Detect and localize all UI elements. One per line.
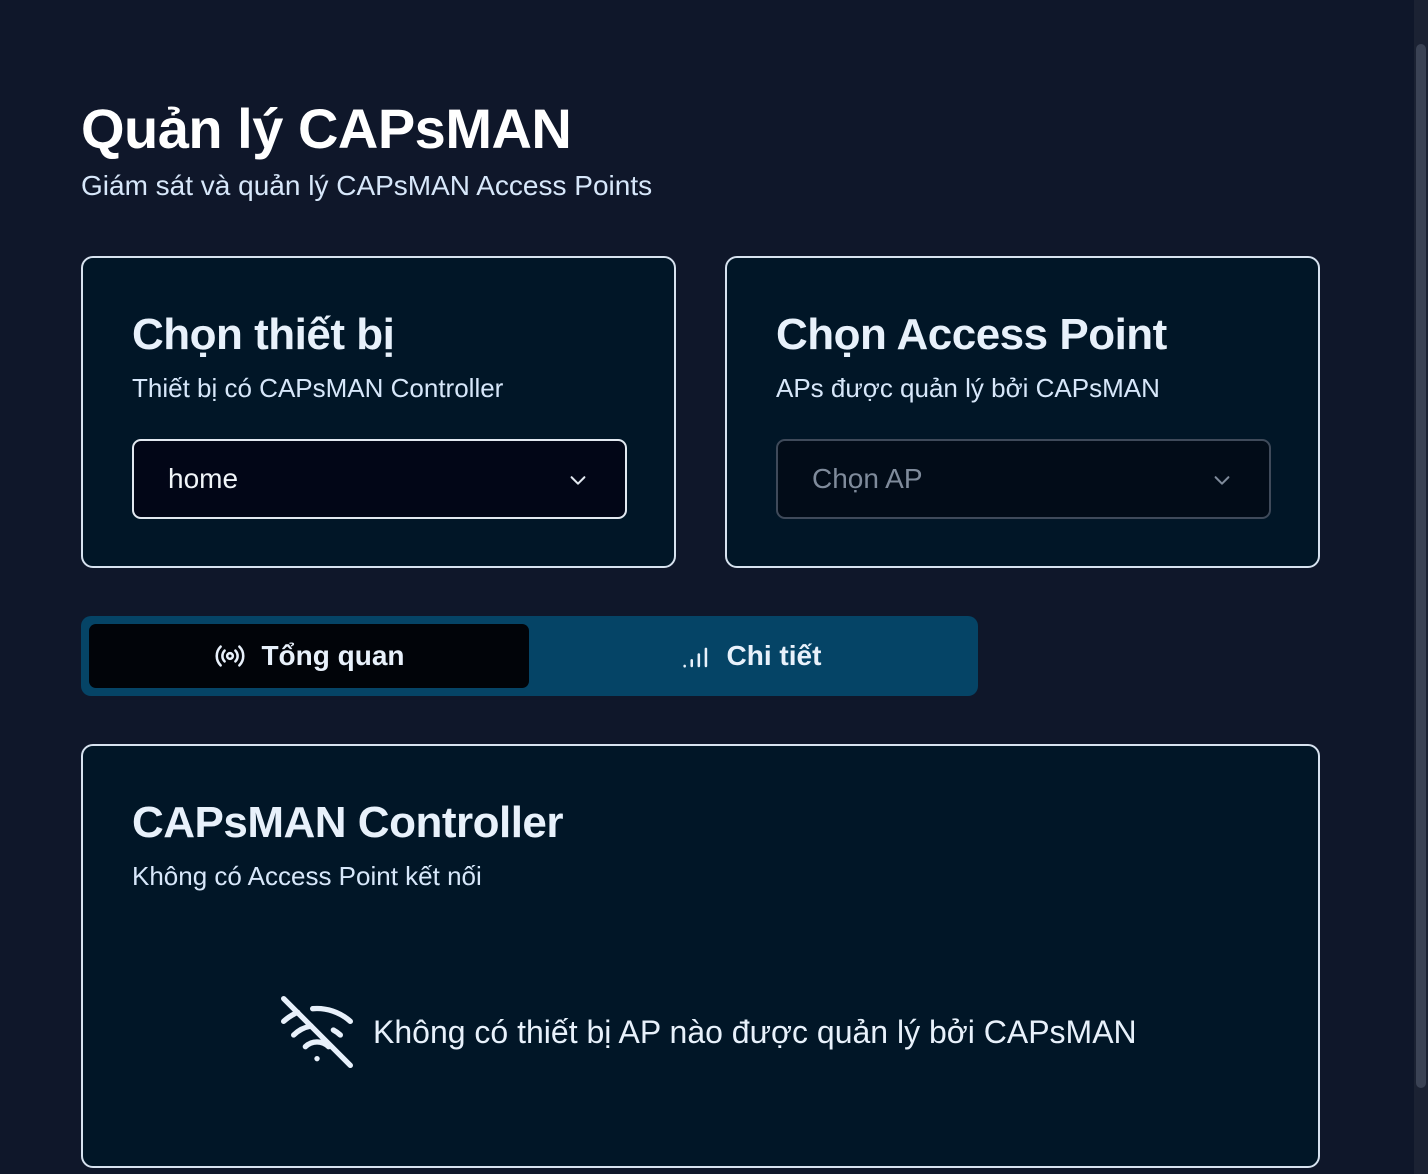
chevron-down-icon xyxy=(570,476,586,485)
device-select-card: Chọn thiết bị Thiết bị có CAPsMAN Contro… xyxy=(81,256,676,568)
scrollbar-track[interactable] xyxy=(1414,0,1428,1174)
controller-card: CAPsMAN Controller Không có Access Point… xyxy=(81,744,1320,1168)
device-select[interactable]: home xyxy=(132,439,627,519)
wifi-off-icon xyxy=(281,996,354,1068)
device-card-title: Chọn thiết bị xyxy=(132,310,395,359)
page-subtitle: Giám sát và quản lý CAPsMAN Access Point… xyxy=(81,170,653,201)
ap-select[interactable]: Chọn AP xyxy=(776,439,1271,519)
ap-select-placeholder: Chọn AP xyxy=(812,463,923,494)
radio-icon xyxy=(216,645,245,667)
controller-card-description: Không có Access Point kết nối xyxy=(132,861,482,891)
ap-card-description: APs được quản lý bởi CAPsMAN xyxy=(776,373,1160,403)
signal-icon xyxy=(682,647,707,668)
chevron-down-icon xyxy=(1214,476,1230,485)
device-select-value: home xyxy=(168,463,239,494)
ap-select-card: Chọn Access Point APs được quản lý bởi C… xyxy=(725,256,1320,568)
view-tabs: Tổng quan Chi tiết xyxy=(81,616,978,696)
empty-message: Không có thiết bị AP nào được quản lý bở… xyxy=(373,1013,1137,1050)
tab-overview-label: Tổng quan xyxy=(261,640,405,671)
controller-card-title: CAPsMAN Controller xyxy=(132,798,564,847)
scrollbar-thumb[interactable] xyxy=(1416,44,1426,1088)
tab-detail[interactable]: Chi tiết xyxy=(530,624,970,688)
device-card-description: Thiết bị có CAPsMAN Controller xyxy=(132,373,504,403)
empty-state: Không có thiết bị AP nào được quản lý bở… xyxy=(277,992,1137,1072)
page-title: Quản lý CAPsMAN xyxy=(81,97,572,160)
page: Quản lý CAPsMAN Giám sát và quản lý CAPs… xyxy=(0,0,1428,1174)
ap-card-title: Chọn Access Point xyxy=(776,310,1167,359)
tab-detail-label: Chi tiết xyxy=(726,640,822,671)
tab-overview[interactable]: Tổng quan xyxy=(89,624,529,688)
